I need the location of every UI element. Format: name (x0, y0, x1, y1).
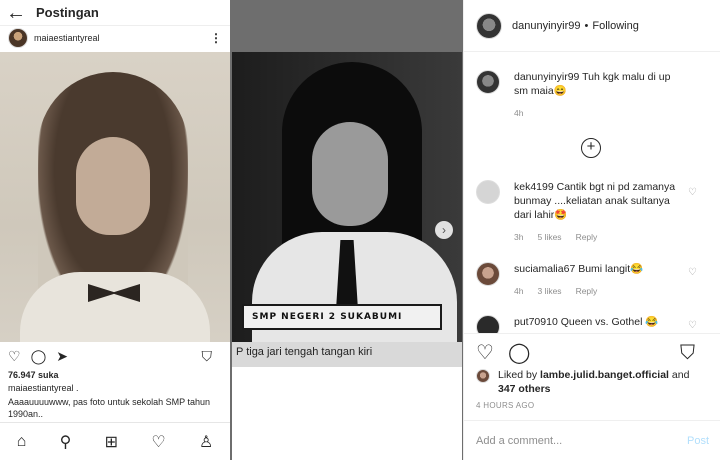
comment-text: Bumi langit😂 (578, 263, 644, 275)
avatar[interactable] (8, 28, 28, 48)
avatar[interactable] (476, 315, 500, 333)
post-photo-sepia (0, 52, 230, 342)
header-separator: • (584, 19, 589, 32)
mobile-post-user-row: maiaestiantyreal ⋮ (0, 26, 230, 50)
liked-by-user[interactable]: lambe.julid.banget.official (540, 369, 669, 381)
profile-icon[interactable]: ♙ (199, 432, 213, 452)
photo-bottom-strip (232, 367, 462, 460)
comment-username[interactable]: suciamalia67 (514, 263, 575, 275)
school-name-plate: SMP NEGERI 2 SUKABUMI (242, 304, 442, 330)
mobile-action-bar: ♡ ◯ ➤ ⛉ (0, 342, 230, 370)
carousel-next-icon[interactable]: › (435, 221, 453, 239)
comment-time: 4h (514, 108, 524, 118)
photo-lower-caption: P tiga jari tengah tangan kiri (232, 342, 462, 367)
heart-icon[interactable]: ♡ (8, 349, 21, 363)
comment-input[interactable]: Add a comment... (476, 435, 687, 447)
post-action-bar: ♡ ◯ ⛉ (464, 333, 720, 371)
avatar[interactable] (476, 180, 500, 204)
load-more-comments-icon[interactable]: + (581, 138, 601, 158)
photo-face-shape (312, 122, 388, 226)
mobile-header-title: Postingan (36, 5, 99, 20)
panel-header: danunyinyir99 • Following (464, 0, 720, 52)
comment-icon[interactable]: ◯ (508, 343, 530, 363)
mobile-header: ← Postingan (0, 0, 230, 26)
comment-username[interactable]: put70910 (514, 316, 558, 328)
photo-face-shape (76, 137, 150, 235)
liked-by-and: and (671, 369, 690, 381)
comment-item: put70910 Queen vs. Gothel 😂 (476, 315, 684, 333)
bookmark-icon[interactable]: ⛉ (202, 349, 213, 363)
activity-heart-icon[interactable]: ♡ (151, 432, 165, 452)
comment-username[interactable]: danunyinyir99 (514, 71, 579, 83)
share-icon[interactable]: ➤ (56, 349, 68, 363)
liked-by-row: Liked by lambe.julid.banget.official and… (476, 368, 689, 396)
comment-time: 4h (514, 286, 524, 296)
header-username[interactable]: danunyinyir99 (512, 20, 581, 32)
avatar[interactable] (476, 70, 500, 94)
reply-button[interactable]: Reply (576, 230, 598, 244)
back-arrow-icon[interactable]: ← (6, 3, 36, 23)
more-options-icon[interactable]: ⋮ (210, 31, 222, 45)
mobile-likes-count[interactable]: 76.947 suka (8, 370, 59, 380)
post-photo-grayscale: SMP NEGERI 2 SUKABUMI P tiga jari tengah… (232, 52, 462, 367)
reply-button[interactable]: Reply (576, 284, 598, 298)
bookmark-icon[interactable]: ⛉ (680, 343, 695, 363)
home-icon[interactable]: ⌂ (17, 433, 27, 451)
comment-username[interactable]: kek4199 (514, 181, 554, 193)
comment-likes[interactable]: 5 likes (537, 230, 561, 244)
comment-like-heart-icon[interactable]: ♡ (688, 267, 697, 278)
comments-panel: danunyinyir99 • Following danunyinyir99 … (463, 0, 720, 460)
post-comment-button[interactable]: Post (687, 435, 709, 447)
following-button[interactable]: Following (592, 20, 638, 32)
post-timestamp[interactable]: 4 HOURS AGO (476, 401, 534, 410)
comment-like-heart-icon[interactable]: ♡ (688, 187, 697, 198)
liked-by-prefix: Liked by (498, 369, 538, 381)
photo-blouse-shape (20, 272, 210, 342)
comment-text: Queen vs. Gothel 😂 (560, 316, 659, 328)
comment-time: 3h (514, 232, 524, 242)
comment-like-heart-icon[interactable]: ♡ (688, 320, 697, 331)
mobile-username[interactable]: maiaestiantyreal (34, 33, 210, 43)
comment-item: kek4199 Cantik bgt ni pd zamanya bunmay … (476, 180, 684, 244)
comment-likes[interactable]: 3 likes (537, 284, 561, 298)
mobile-caption-user[interactable]: maiaestiantyreal . (8, 383, 79, 393)
add-post-icon[interactable]: ⊞ (105, 432, 118, 452)
mobile-bottom-nav: ⌂ ⚲ ⊞ ♡ ♙ (0, 422, 230, 460)
liked-by-others[interactable]: 347 others (498, 383, 551, 395)
mobile-caption-text: Aaaauuuuwww, pas foto untuk sekolah SMP … (8, 397, 210, 419)
comment-item: suciamalia67 Bumi langit😂 4h 3 likes Rep… (476, 262, 684, 298)
avatar[interactable] (476, 262, 500, 286)
caption-comment: danunyinyir99 Tuh kgk malu di up sm maia… (476, 70, 684, 120)
comment-icon[interactable]: ◯ (31, 349, 47, 363)
add-comment-bar: Add a comment... Post (464, 420, 720, 460)
heart-icon[interactable]: ♡ (476, 343, 494, 363)
avatar[interactable] (476, 369, 490, 383)
search-icon[interactable]: ⚲ (60, 432, 72, 452)
avatar[interactable] (476, 12, 502, 39)
